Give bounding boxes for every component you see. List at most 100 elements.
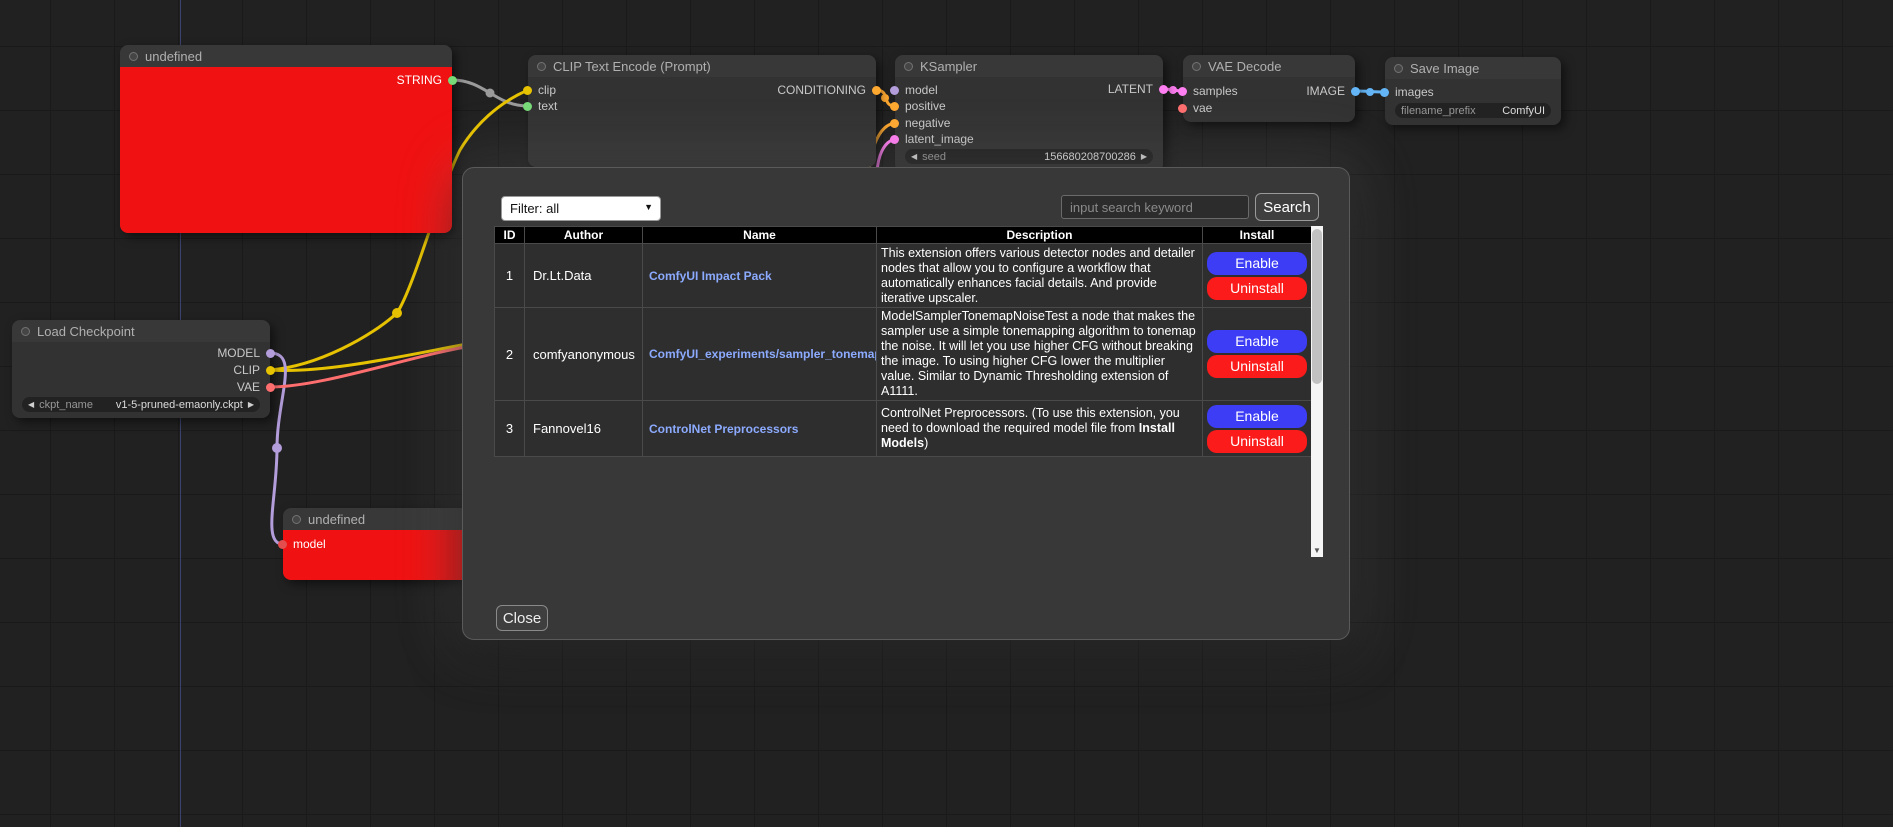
clip-input-port[interactable] [523, 86, 532, 95]
extension-link[interactable]: ComfyUI Impact Pack [649, 269, 772, 283]
widget-label: ckpt_name [39, 399, 93, 411]
text-input-port[interactable] [523, 102, 532, 111]
ext-install-cell: Enable Uninstall [1203, 308, 1312, 401]
link-midpoint-dot[interactable] [392, 308, 402, 318]
ext-description: ModelSamplerTonemapNoiseTest a node that… [877, 308, 1203, 401]
slot-label: samples [1193, 84, 1238, 98]
decrement-arrow-icon[interactable]: ◀ [911, 149, 917, 164]
scrollbar-thumb[interactable] [1312, 229, 1322, 384]
node-header[interactable]: Save Image [1385, 57, 1561, 79]
slot-label: text [538, 99, 557, 113]
ext-author: Fannovel16 [525, 401, 643, 457]
uninstall-button[interactable]: Uninstall [1207, 277, 1307, 300]
enable-button[interactable]: Enable [1207, 252, 1307, 275]
search-button[interactable]: Search [1255, 193, 1319, 221]
uninstall-button[interactable]: Uninstall [1207, 355, 1307, 378]
conditioning-output-port[interactable] [872, 86, 881, 95]
collapse-dot-icon[interactable] [1192, 62, 1201, 71]
positive-input-port[interactable] [890, 102, 899, 111]
collapse-dot-icon[interactable] [129, 52, 138, 61]
model-input-port[interactable] [890, 86, 899, 95]
node-save-image[interactable]: Save Image images filename_prefix ComfyU… [1385, 57, 1561, 125]
uninstall-button[interactable]: Uninstall [1207, 430, 1307, 453]
output-slot: MODEL [217, 346, 260, 360]
collapse-dot-icon[interactable] [537, 62, 546, 71]
filter-select[interactable]: Filter: all [501, 196, 661, 221]
node-load-checkpoint[interactable]: Load Checkpoint MODEL CLIP VAE ◀ ckpt_na [12, 320, 270, 418]
ext-install-cell: Enable Uninstall [1203, 401, 1312, 457]
latent-image-input-port[interactable] [890, 135, 899, 144]
input-slot: images [1395, 85, 1434, 99]
image-output-port[interactable] [1351, 87, 1360, 96]
node-title: KSampler [920, 59, 977, 74]
node-header[interactable]: CLIP Text Encode (Prompt) [528, 55, 876, 77]
scrollbar[interactable]: ▼ [1311, 226, 1323, 557]
extension-link[interactable]: ComfyUI_experiments/sampler_tonemap [649, 347, 877, 361]
node-vae-decode[interactable]: VAE Decode samples vae IMAGE [1183, 55, 1355, 122]
header-name: Name [643, 227, 877, 244]
negative-input-port[interactable] [890, 119, 899, 128]
model-output-port[interactable] [266, 349, 275, 358]
desc-text: ControlNet Preprocessors. (To use this e… [881, 406, 1180, 435]
ext-description: ControlNet Preprocessors. (To use this e… [877, 401, 1203, 457]
collapse-dot-icon[interactable] [904, 62, 913, 71]
next-arrow-icon[interactable]: ▶ [248, 397, 254, 412]
desc-text: ModelSamplerTonemapNoiseTest a node that… [881, 309, 1196, 398]
ext-author: Dr.Lt.Data [525, 244, 643, 308]
samples-input-port[interactable] [1178, 87, 1187, 96]
ext-id: 2 [495, 308, 525, 401]
widget-value[interactable]: ComfyUI [1502, 105, 1545, 117]
increment-arrow-icon[interactable]: ▶ [1141, 149, 1147, 164]
extension-link[interactable]: ControlNet Preprocessors [649, 422, 798, 436]
input-slot: positive [905, 99, 946, 113]
node-header[interactable]: KSampler [895, 55, 1163, 77]
node-clip-text-encode[interactable]: CLIP Text Encode (Prompt) clip text COND… [528, 55, 876, 167]
node-body: samples vae IMAGE [1183, 77, 1355, 122]
extension-table: ID Author Name Description Install 1 Dr.… [494, 226, 1312, 457]
ckpt-name-widget[interactable]: ◀ ckpt_name v1-5-pruned-emaonly.ckpt ▶ [22, 397, 260, 412]
collapse-dot-icon[interactable] [21, 327, 30, 336]
link-midpoint-dot[interactable] [486, 89, 495, 98]
node-undefined-top[interactable]: undefined STRING [120, 45, 452, 233]
previous-arrow-icon[interactable]: ◀ [28, 397, 34, 412]
close-button[interactable]: Close [496, 605, 548, 631]
link-midpoint-dot[interactable] [881, 94, 889, 102]
link-midpoint-dot[interactable] [272, 443, 282, 453]
link-midpoint-dot[interactable] [1366, 88, 1374, 96]
node-body: model positive negative latent_image LAT… [895, 77, 1163, 172]
vae-output-port[interactable] [266, 383, 275, 392]
enable-button[interactable]: Enable [1207, 405, 1307, 428]
clip-output-port[interactable] [266, 366, 275, 375]
widget-value[interactable]: v1-5-pruned-emaonly.ckpt [116, 399, 243, 411]
filename-prefix-widget[interactable]: filename_prefix ComfyUI [1395, 103, 1551, 118]
images-input-port[interactable] [1380, 88, 1389, 97]
model-input-port[interactable] [278, 540, 287, 549]
node-header[interactable]: VAE Decode [1183, 55, 1355, 77]
latent-output-port[interactable] [1159, 85, 1168, 94]
output-slot: STRING [397, 73, 442, 87]
slot-label: MODEL [217, 346, 260, 360]
scroll-down-arrow-icon[interactable]: ▼ [1311, 544, 1323, 557]
wire-vae [270, 345, 478, 387]
node-title: Save Image [1410, 61, 1479, 76]
node-header[interactable]: Load Checkpoint [12, 320, 270, 342]
ext-author: comfyanonymous [525, 308, 643, 401]
node-title: undefined [308, 512, 365, 527]
header-id: ID [495, 227, 525, 244]
ext-id: 1 [495, 244, 525, 308]
node-ksampler[interactable]: KSampler model positive negative latent [895, 55, 1163, 172]
collapse-dot-icon[interactable] [292, 515, 301, 524]
output-slot: CONDITIONING [777, 83, 866, 97]
vae-input-port[interactable] [1178, 104, 1187, 113]
node-title: Load Checkpoint [37, 324, 135, 339]
string-output-port[interactable] [448, 76, 457, 85]
collapse-dot-icon[interactable] [1394, 64, 1403, 73]
widget-value[interactable]: 156680208700286 [1044, 151, 1136, 163]
search-input[interactable] [1061, 195, 1249, 219]
slot-label: positive [905, 99, 946, 113]
link-midpoint-dot[interactable] [1169, 86, 1177, 94]
input-slot: model [293, 537, 326, 551]
seed-widget[interactable]: ◀ seed 156680208700286 ▶ [905, 149, 1153, 164]
enable-button[interactable]: Enable [1207, 330, 1307, 353]
node-header[interactable]: undefined [120, 45, 452, 67]
